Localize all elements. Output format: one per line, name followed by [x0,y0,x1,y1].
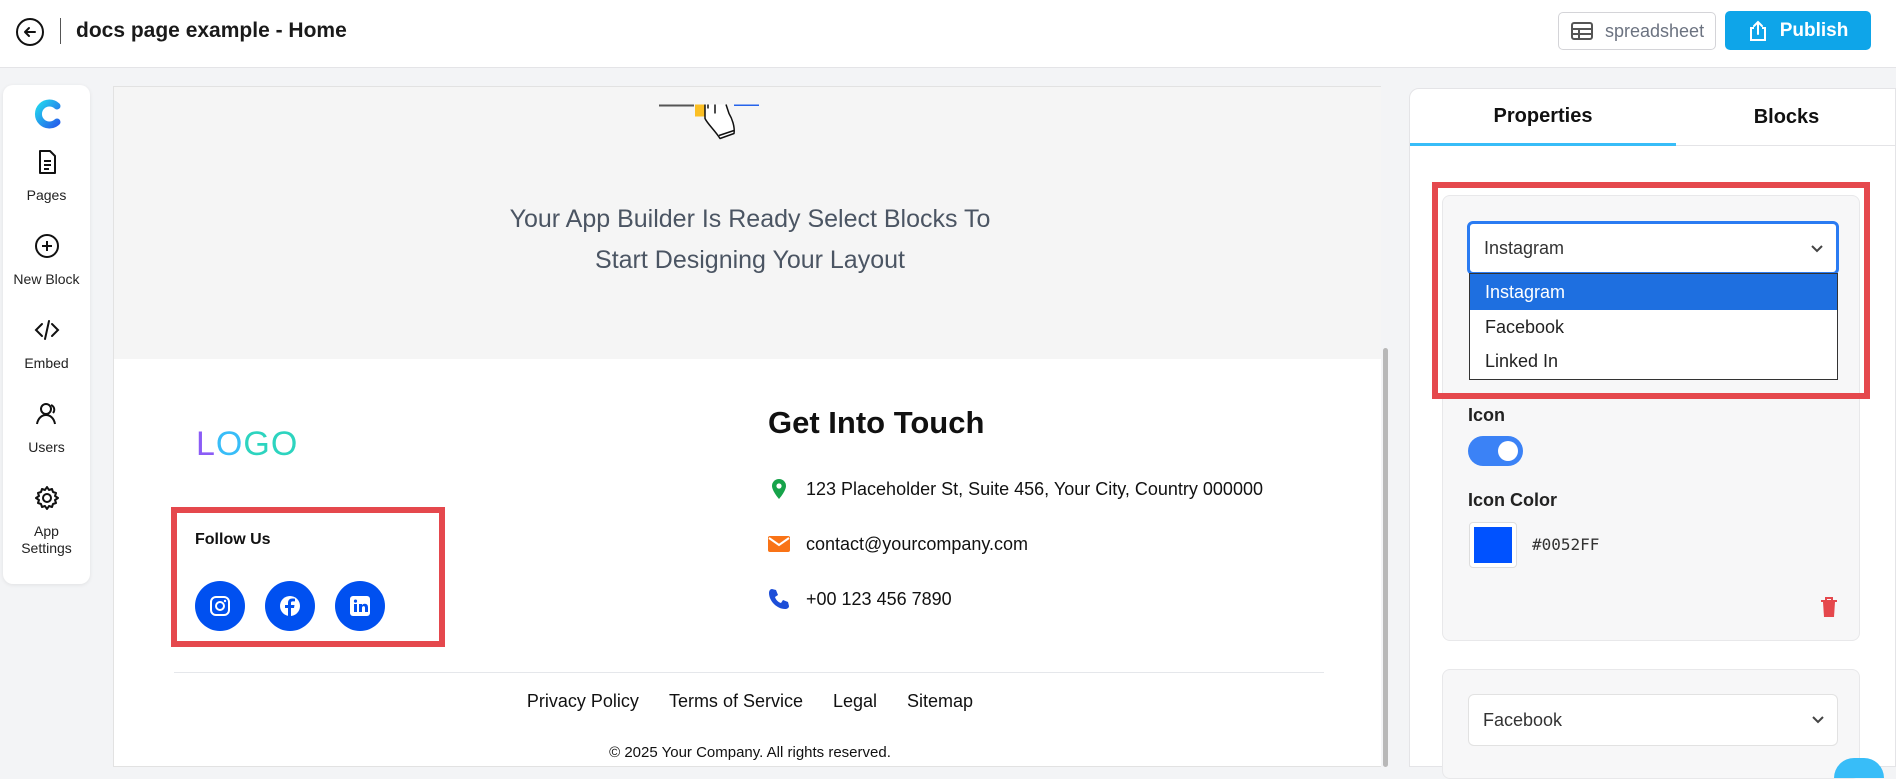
address-text: 123 Placeholder St, Suite 456, Your City… [806,478,1263,499]
linkedin-icon[interactable] [335,581,385,631]
icon-color-value: #0052FF [1532,535,1600,554]
envelope-icon [768,536,790,552]
sidebar-label-pages: Pages [26,187,67,203]
phone-icon [769,589,789,609]
sidebar-item-app-settings[interactable]: App Settings [3,485,90,557]
plus-circle-icon [34,234,59,258]
icon-toggle[interactable] [1468,436,1523,466]
option-facebook[interactable]: Facebook [1470,310,1837,344]
spreadsheet-label: spreadsheet [1605,20,1705,41]
facebook-icon[interactable] [265,581,315,631]
back-arrow-icon[interactable] [16,18,44,46]
social-select-options: Instagram Facebook Linked In [1469,273,1838,380]
share-icon [1749,20,1766,41]
sidebar-item-embed[interactable]: Embed [3,317,90,371]
icon-label: Icon [1468,405,1506,425]
footer-links: Privacy Policy Terms of Service Legal Si… [114,691,1386,712]
icon-color-label: Icon Color [1468,490,1557,510]
sidebar-item-users[interactable]: Users [3,401,90,455]
option-linked-in[interactable]: Linked In [1470,344,1837,378]
copyright-text: © 2025 Your Company. All rights reserved… [609,744,891,761]
follow-us-title: Follow Us [195,531,271,548]
page-title: docs page example - Home [76,19,347,42]
file-icon [38,150,56,174]
hero-line-2: Start Designing Your Layout [595,246,905,274]
tab-blocks[interactable]: Blocks [1676,89,1896,146]
sidebar-item-pages[interactable]: Pages [3,149,90,203]
sidebar-label-embed: Embed [24,355,69,371]
email-text: contact@yourcompany.com [806,533,1029,554]
footer-link-terms[interactable]: Terms of Service [669,691,803,712]
pointer-hand-illustration [659,104,759,140]
footer-link-sitemap[interactable]: Sitemap [907,691,973,712]
icon-color-swatch[interactable] [1469,522,1517,568]
social-network-select-2[interactable]: Facebook [1468,694,1838,746]
trash-icon[interactable] [1820,597,1838,617]
canvas-scrollbar[interactable] [1383,348,1388,767]
phone-text: +00 123 456 7890 [806,588,952,609]
sidebar-item-new-block[interactable]: New Block [3,233,90,287]
spreadsheet-button[interactable]: spreadsheet [1558,12,1716,50]
app-logo-icon [35,99,61,129]
footer-logo: LOGO [196,425,299,463]
contact-title: Get Into Touch [768,405,985,440]
footer-divider [174,672,1324,673]
location-pin-icon [772,479,786,499]
users-icon [35,403,56,425]
instagram-icon[interactable] [195,581,245,631]
footer-link-legal[interactable]: Legal [833,691,877,712]
tab-properties[interactable]: Properties [1410,89,1676,146]
sidebar-label-app-settings: App Settings [21,523,72,556]
chevron-down-icon [1811,245,1823,253]
sidebar-label-new-block: New Block [13,271,80,287]
social-network-select[interactable]: Instagram [1467,221,1839,275]
option-instagram[interactable]: Instagram [1470,274,1837,310]
page-canvas: Your App Builder Is Ready Select Blocks … [113,86,1389,767]
contact-email: contact@yourcompany.com [768,533,1028,555]
title-divider [60,18,61,44]
select2-value: Facebook [1483,709,1563,730]
sidebar-label-users: Users [28,439,65,455]
hero-message: Your App Builder Is Ready Select Blocks … [114,199,1386,281]
chevron-down-icon [1812,716,1824,724]
left-sidebar: Pages New Block Embed Users App Settings [3,85,90,584]
table-icon [1571,22,1593,40]
footer-link-privacy[interactable]: Privacy Policy [527,691,639,712]
publish-label: Publish [1779,19,1849,41]
contact-phone: +00 123 456 7890 [768,588,952,610]
gear-icon [34,486,59,510]
hero-section: Your App Builder Is Ready Select Blocks … [114,87,1386,359]
top-bar: docs page example - Home spreadsheet Pub… [0,0,1896,68]
code-icon [34,320,59,340]
contact-address: 123 Placeholder St, Suite 456, Your City… [768,478,1263,500]
hero-line-1: Your App Builder Is Ready Select Blocks … [509,205,991,233]
publish-button[interactable]: Publish [1725,11,1871,50]
social-select-value: Instagram [1484,237,1565,258]
